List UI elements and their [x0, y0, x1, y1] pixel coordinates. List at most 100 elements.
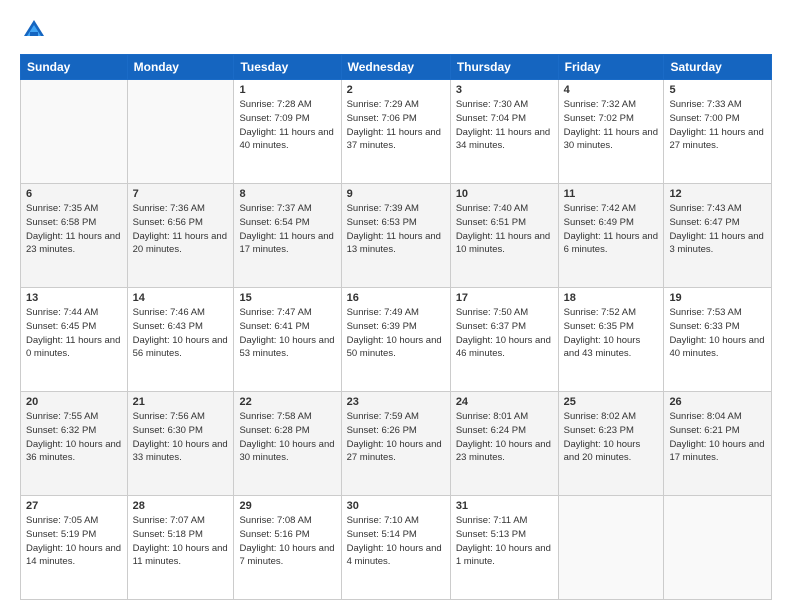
- logo: [20, 16, 52, 44]
- day-number: 30: [347, 500, 445, 512]
- day-number: 13: [26, 292, 122, 304]
- calendar-cell: 24 Sunrise: 8:01 AM Sunset: 6:24 PM Dayli…: [450, 392, 558, 496]
- calendar-cell: 25Sunrise: 8:02 AM Sunset: 6:23 PM Dayli…: [558, 392, 664, 496]
- calendar-cell: 29 Sunrise: 7:08 AM Sunset: 5:16 PM Dayli…: [234, 496, 341, 600]
- day-info: Sunrise: 7:50 AM Sunset: 6:37 PM Dayligh…: [456, 306, 553, 361]
- calendar-cell: 6 Sunrise: 7:35 AM Sunset: 6:58 PM Daylig…: [21, 184, 128, 288]
- day-info: Sunrise: 7:33 AM Sunset: 7:00 PM Dayligh…: [669, 98, 766, 153]
- day-number: 9: [347, 188, 445, 200]
- weekday-header-thursday: Thursday: [450, 55, 558, 80]
- calendar-cell: 18 Sunrise: 7:52 AM Sunset: 6:35 PM Dayli…: [558, 288, 664, 392]
- calendar-cell: 1 Sunrise: 7:28 AM Sunset: 7:09 PM Daylig…: [234, 80, 341, 184]
- day-info: Sunrise: 7:52 AM Sunset: 6:35 PM Dayligh…: [564, 306, 659, 361]
- day-number: 18: [564, 292, 659, 304]
- calendar-cell: 27 Sunrise: 7:05 AM Sunset: 5:19 PM Dayli…: [21, 496, 128, 600]
- day-number: 11: [564, 188, 659, 200]
- day-number: 27: [26, 500, 122, 512]
- calendar-cell: [664, 496, 772, 600]
- week-row-1: 1 Sunrise: 7:28 AM Sunset: 7:09 PM Daylig…: [21, 80, 772, 184]
- calendar-cell: 8Sunrise: 7:37 AM Sunset: 6:54 PM Daylig…: [234, 184, 341, 288]
- day-number: 23: [347, 396, 445, 408]
- calendar-cell: 28Sunrise: 7:07 AM Sunset: 5:18 PM Dayli…: [127, 496, 234, 600]
- calendar-cell: 12 Sunrise: 7:43 AM Sunset: 6:47 PM Dayli…: [664, 184, 772, 288]
- day-info: Sunrise: 7:40 AM Sunset: 6:51 PM Dayligh…: [456, 202, 553, 257]
- day-info: Sunrise: 7:35 AM Sunset: 6:58 PM Dayligh…: [26, 202, 122, 257]
- calendar-cell: 19 Sunrise: 7:53 AM Sunset: 6:33 PM Dayli…: [664, 288, 772, 392]
- day-number: 16: [347, 292, 445, 304]
- day-number: 22: [239, 396, 335, 408]
- header: [20, 16, 772, 44]
- day-number: 6: [26, 188, 122, 200]
- day-info: Sunrise: 7:29 AM Sunset: 7:06 PM Dayligh…: [347, 98, 445, 153]
- day-info: Sunrise: 7:46 AM Sunset: 6:43 PM Dayligh…: [133, 306, 229, 361]
- day-number: 24: [456, 396, 553, 408]
- day-info: Sunrise: 7:56 AM Sunset: 6:30 PM Dayligh…: [133, 410, 229, 465]
- day-number: 7: [133, 188, 229, 200]
- day-info: Sunrise: 7:42 AM Sunset: 6:49 PM Dayligh…: [564, 202, 659, 257]
- calendar-cell: 16 Sunrise: 7:49 AM Sunset: 6:39 PM Dayli…: [341, 288, 450, 392]
- day-number: 31: [456, 500, 553, 512]
- day-number: 17: [456, 292, 553, 304]
- day-number: 8: [239, 188, 335, 200]
- day-number: 20: [26, 396, 122, 408]
- calendar-cell: 23 Sunrise: 7:59 AM Sunset: 6:26 PM Dayli…: [341, 392, 450, 496]
- day-info: Sunrise: 8:01 AM Sunset: 6:24 PM Dayligh…: [456, 410, 553, 465]
- day-info: Sunrise: 7:11 AM Sunset: 5:13 PM Dayligh…: [456, 514, 553, 569]
- day-number: 2: [347, 84, 445, 96]
- calendar-cell: 30 Sunrise: 7:10 AM Sunset: 5:14 PM Dayli…: [341, 496, 450, 600]
- day-info: Sunrise: 7:53 AM Sunset: 6:33 PM Dayligh…: [669, 306, 766, 361]
- day-info: Sunrise: 8:04 AM Sunset: 6:21 PM Dayligh…: [669, 410, 766, 465]
- day-number: 19: [669, 292, 766, 304]
- day-info: Sunrise: 7:05 AM Sunset: 5:19 PM Dayligh…: [26, 514, 122, 569]
- day-info: Sunrise: 7:08 AM Sunset: 5:16 PM Dayligh…: [239, 514, 335, 569]
- day-number: 26: [669, 396, 766, 408]
- day-number: 3: [456, 84, 553, 96]
- day-info: Sunrise: 7:43 AM Sunset: 6:47 PM Dayligh…: [669, 202, 766, 257]
- day-info: Sunrise: 7:30 AM Sunset: 7:04 PM Dayligh…: [456, 98, 553, 153]
- day-info: Sunrise: 7:59 AM Sunset: 6:26 PM Dayligh…: [347, 410, 445, 465]
- day-info: Sunrise: 7:36 AM Sunset: 6:56 PM Dayligh…: [133, 202, 229, 257]
- day-info: Sunrise: 7:32 AM Sunset: 7:02 PM Dayligh…: [564, 98, 659, 153]
- calendar-cell: [127, 80, 234, 184]
- day-number: 12: [669, 188, 766, 200]
- week-row-2: 6 Sunrise: 7:35 AM Sunset: 6:58 PM Daylig…: [21, 184, 772, 288]
- calendar-cell: 14 Sunrise: 7:46 AM Sunset: 6:43 PM Dayli…: [127, 288, 234, 392]
- day-number: 1: [239, 84, 335, 96]
- calendar-cell: 13 Sunrise: 7:44 AM Sunset: 6:45 PM Dayli…: [21, 288, 128, 392]
- calendar-cell: 10Sunrise: 7:40 AM Sunset: 6:51 PM Dayli…: [450, 184, 558, 288]
- calendar-cell: [558, 496, 664, 600]
- weekday-header-sunday: Sunday: [21, 55, 128, 80]
- calendar-cell: 2 Sunrise: 7:29 AM Sunset: 7:06 PM Daylig…: [341, 80, 450, 184]
- calendar-cell: 3 Sunrise: 7:30 AM Sunset: 7:04 PM Daylig…: [450, 80, 558, 184]
- day-number: 4: [564, 84, 659, 96]
- day-info: Sunrise: 7:10 AM Sunset: 5:14 PM Dayligh…: [347, 514, 445, 569]
- calendar-cell: 20 Sunrise: 7:55 AM Sunset: 6:32 PM Dayli…: [21, 392, 128, 496]
- day-info: Sunrise: 7:07 AM Sunset: 5:18 PM Dayligh…: [133, 514, 229, 569]
- weekday-header-saturday: Saturday: [664, 55, 772, 80]
- calendar-cell: 17 Sunrise: 7:50 AM Sunset: 6:37 PM Dayli…: [450, 288, 558, 392]
- day-info: Sunrise: 7:49 AM Sunset: 6:39 PM Dayligh…: [347, 306, 445, 361]
- calendar-cell: [21, 80, 128, 184]
- day-number: 29: [239, 500, 335, 512]
- day-number: 14: [133, 292, 229, 304]
- day-number: 5: [669, 84, 766, 96]
- day-info: Sunrise: 7:58 AM Sunset: 6:28 PM Dayligh…: [239, 410, 335, 465]
- day-info: Sunrise: 7:55 AM Sunset: 6:32 PM Dayligh…: [26, 410, 122, 465]
- calendar-cell: 21 Sunrise: 7:56 AM Sunset: 6:30 PM Dayli…: [127, 392, 234, 496]
- day-info: Sunrise: 7:44 AM Sunset: 6:45 PM Dayligh…: [26, 306, 122, 361]
- weekday-header-friday: Friday: [558, 55, 664, 80]
- logo-icon: [20, 16, 48, 44]
- calendar-cell: 5 Sunrise: 7:33 AM Sunset: 7:00 PM Daylig…: [664, 80, 772, 184]
- calendar-cell: 11 Sunrise: 7:42 AM Sunset: 6:49 PM Dayli…: [558, 184, 664, 288]
- day-info: Sunrise: 7:28 AM Sunset: 7:09 PM Dayligh…: [239, 98, 335, 153]
- day-info: Sunrise: 7:47 AM Sunset: 6:41 PM Dayligh…: [239, 306, 335, 361]
- calendar-cell: 31 Sunrise: 7:11 AM Sunset: 5:13 PM Dayli…: [450, 496, 558, 600]
- calendar-cell: 7 Sunrise: 7:36 AM Sunset: 6:56 PM Daylig…: [127, 184, 234, 288]
- day-number: 25: [564, 396, 659, 408]
- page: SundayMondayTuesdayWednesdayThursdayFrid…: [0, 0, 792, 612]
- day-number: 15: [239, 292, 335, 304]
- day-number: 21: [133, 396, 229, 408]
- calendar-cell: 9Sunrise: 7:39 AM Sunset: 6:53 PM Daylig…: [341, 184, 450, 288]
- week-row-4: 20 Sunrise: 7:55 AM Sunset: 6:32 PM Dayli…: [21, 392, 772, 496]
- calendar-cell: 26 Sunrise: 8:04 AM Sunset: 6:21 PM Dayli…: [664, 392, 772, 496]
